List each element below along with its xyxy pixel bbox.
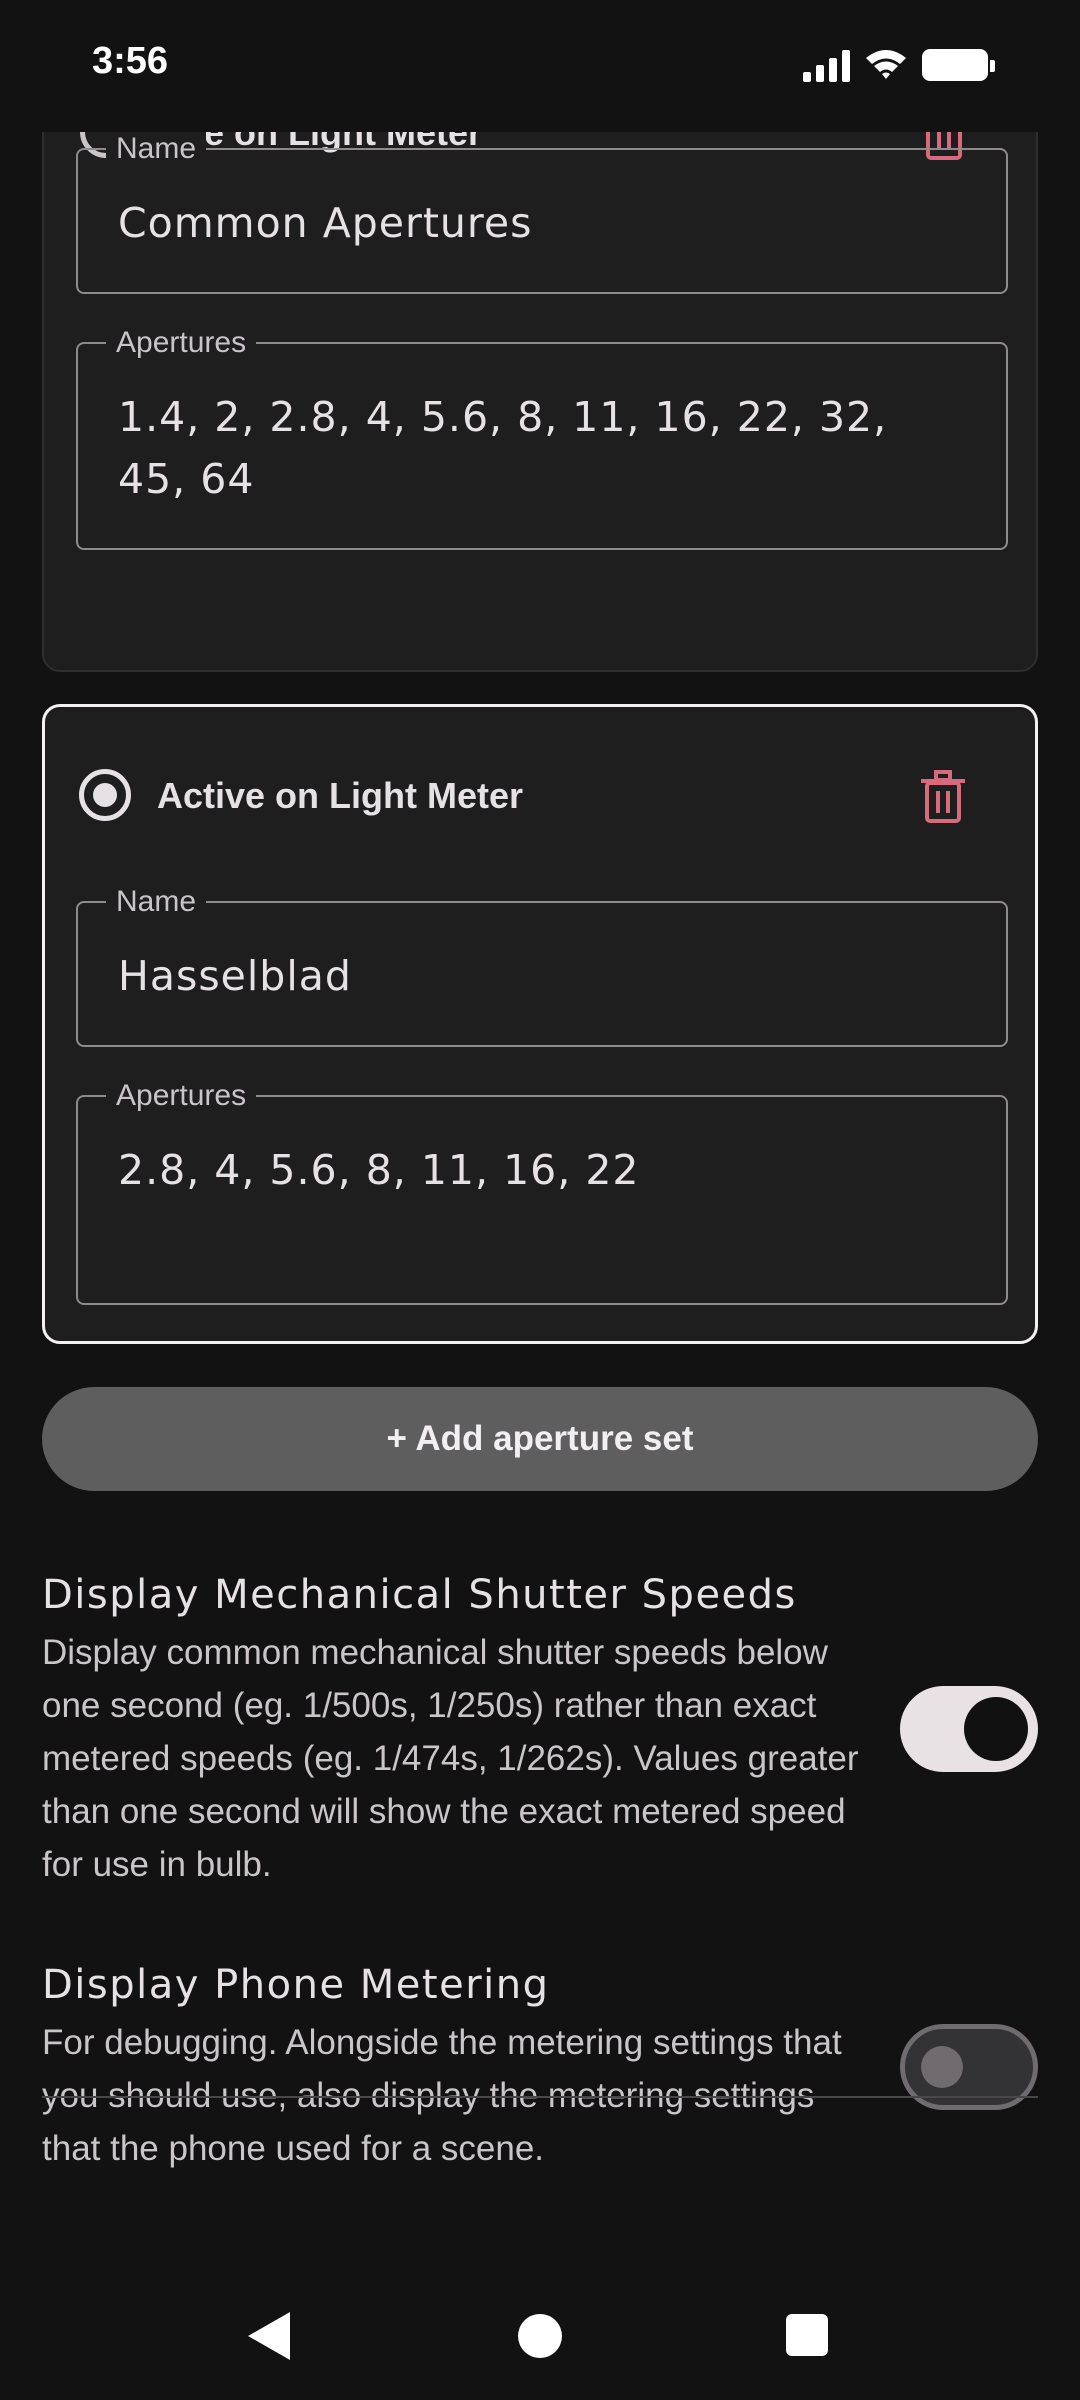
divider (42, 2096, 1038, 2098)
aperture-set-radio-label: Active on Light Meter (157, 775, 524, 816)
mechanical-shutter-speeds-toggle[interactable] (900, 1686, 1038, 1772)
status-icons (803, 48, 995, 82)
mechanical-shutter-speeds-title: Display Mechanical Shutter Speeds (42, 1572, 797, 1618)
name-field-value: Common Apertures (118, 199, 533, 247)
aperture-set-card: Use on Light Meter Name Common Apertures… (42, 132, 1038, 672)
name-field[interactable]: Name Hasselblad (76, 885, 1008, 1047)
aperture-set-card-active: Active on Light Meter Name Hasselblad Ap… (42, 704, 1038, 1344)
apertures-field-label: Apertures (106, 326, 257, 360)
name-field-label: Name (106, 885, 207, 919)
name-field-value: Hasselblad (118, 952, 352, 1000)
delete-icon[interactable] (919, 769, 967, 823)
toggle-knob (964, 1697, 1028, 1761)
home-icon[interactable] (518, 2314, 562, 2358)
aperture-set-radio-selected[interactable] (79, 769, 131, 821)
signal-icon (803, 48, 850, 82)
status-bar: 3:56 (0, 0, 1080, 132)
navigation-bar (0, 2208, 1080, 2400)
battery-icon (922, 49, 995, 81)
recents-icon[interactable] (786, 2314, 828, 2356)
phone-metering-title: Display Phone Metering (42, 1962, 550, 2008)
apertures-field-label: Apertures (106, 1079, 257, 1113)
name-field[interactable]: Name Common Apertures (76, 132, 1008, 294)
add-aperture-set-button[interactable]: + Add aperture set (42, 1387, 1038, 1491)
toggle-knob (921, 2046, 963, 2088)
mechanical-shutter-speeds-description: Display common mechanical shutter speeds… (42, 1633, 859, 1884)
back-icon[interactable] (248, 2312, 290, 2360)
status-time: 3:56 (92, 40, 169, 82)
apertures-field-value: 1.4, 2, 2.8, 4, 5.6, 8, 11, 16, 22, 32, … (118, 393, 888, 503)
apertures-field[interactable]: Apertures 2.8, 4, 5.6, 8, 11, 16, 22 (76, 1079, 1008, 1305)
wifi-icon (866, 50, 906, 79)
settings-scroll-area[interactable]: Use on Light Meter Name Common Apertures… (0, 132, 1080, 2208)
apertures-field[interactable]: Apertures 1.4, 2, 2.8, 4, 5.6, 8, 11, 16… (76, 326, 1008, 550)
apertures-field-value: 2.8, 4, 5.6, 8, 11, 16, 22 (118, 1146, 640, 1194)
name-field-label: Name (106, 132, 207, 166)
